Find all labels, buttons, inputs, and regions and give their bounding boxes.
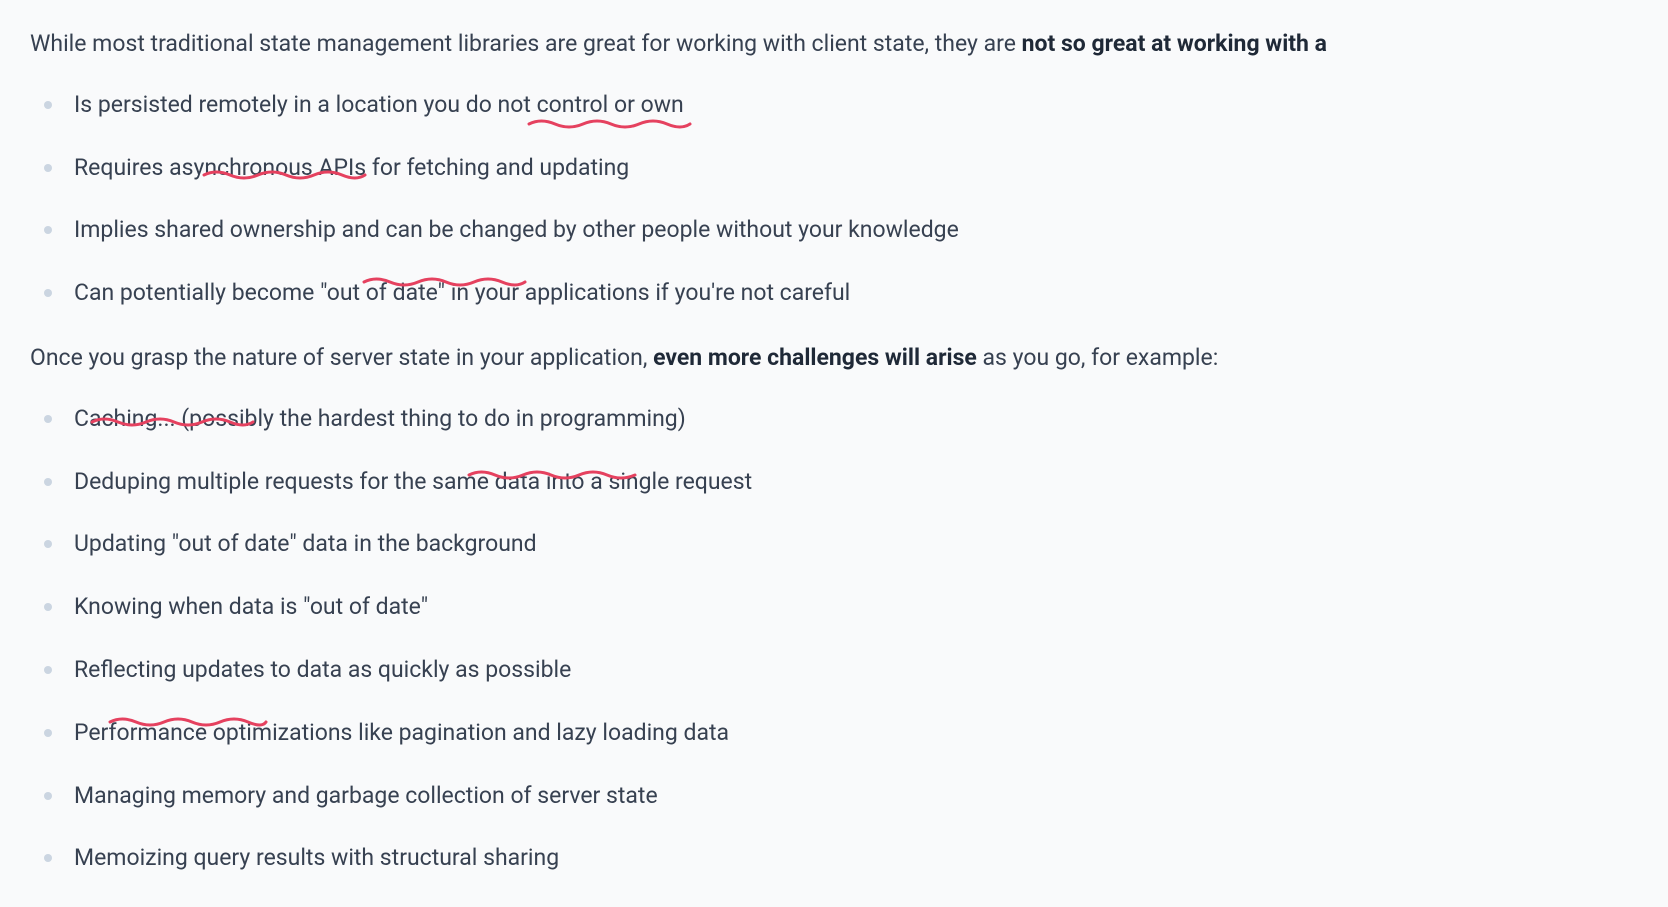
list-item: Implies shared ownership and can be chan… <box>74 212 1668 249</box>
list-item: Knowing when data is "out of date" <box>74 589 1668 626</box>
intro-bold: not so great at working with a <box>1022 30 1327 57</box>
list-item: Can potentially become "out of date" in … <box>74 275 1668 312</box>
list-item: Memoizing query results with structural … <box>74 840 1668 877</box>
middle-paragraph: Once you grasp the nature of server stat… <box>30 340 1668 377</box>
middle-text-before: Once you grasp the nature of server stat… <box>30 344 653 371</box>
list-item: Is persisted remotely in a location you … <box>74 87 1668 124</box>
list-item: Deduping multiple requests for the same … <box>74 464 1668 501</box>
list-item: Reflecting updates to data as quickly as… <box>74 652 1668 689</box>
list-item: Managing memory and garbage collection o… <box>74 778 1668 815</box>
intro-text-before: While most traditional state management … <box>30 30 1022 57</box>
middle-text-after: as you go, for example: <box>977 344 1218 371</box>
server-state-list: Is persisted remotely in a location you … <box>30 87 1668 312</box>
list-item: Performance optimizations like paginatio… <box>74 715 1668 752</box>
intro-paragraph: While most traditional state management … <box>30 26 1668 63</box>
list-item: Requires asynchronous APIs for fetching … <box>74 150 1668 187</box>
challenges-list: Caching... (possibly the hardest thing t… <box>30 401 1668 877</box>
middle-bold: even more challenges will arise <box>653 344 977 371</box>
list-item: Caching... (possibly the hardest thing t… <box>74 401 1668 438</box>
document-content: While most traditional state management … <box>30 26 1668 877</box>
list-item: Updating "out of date" data in the backg… <box>74 526 1668 563</box>
